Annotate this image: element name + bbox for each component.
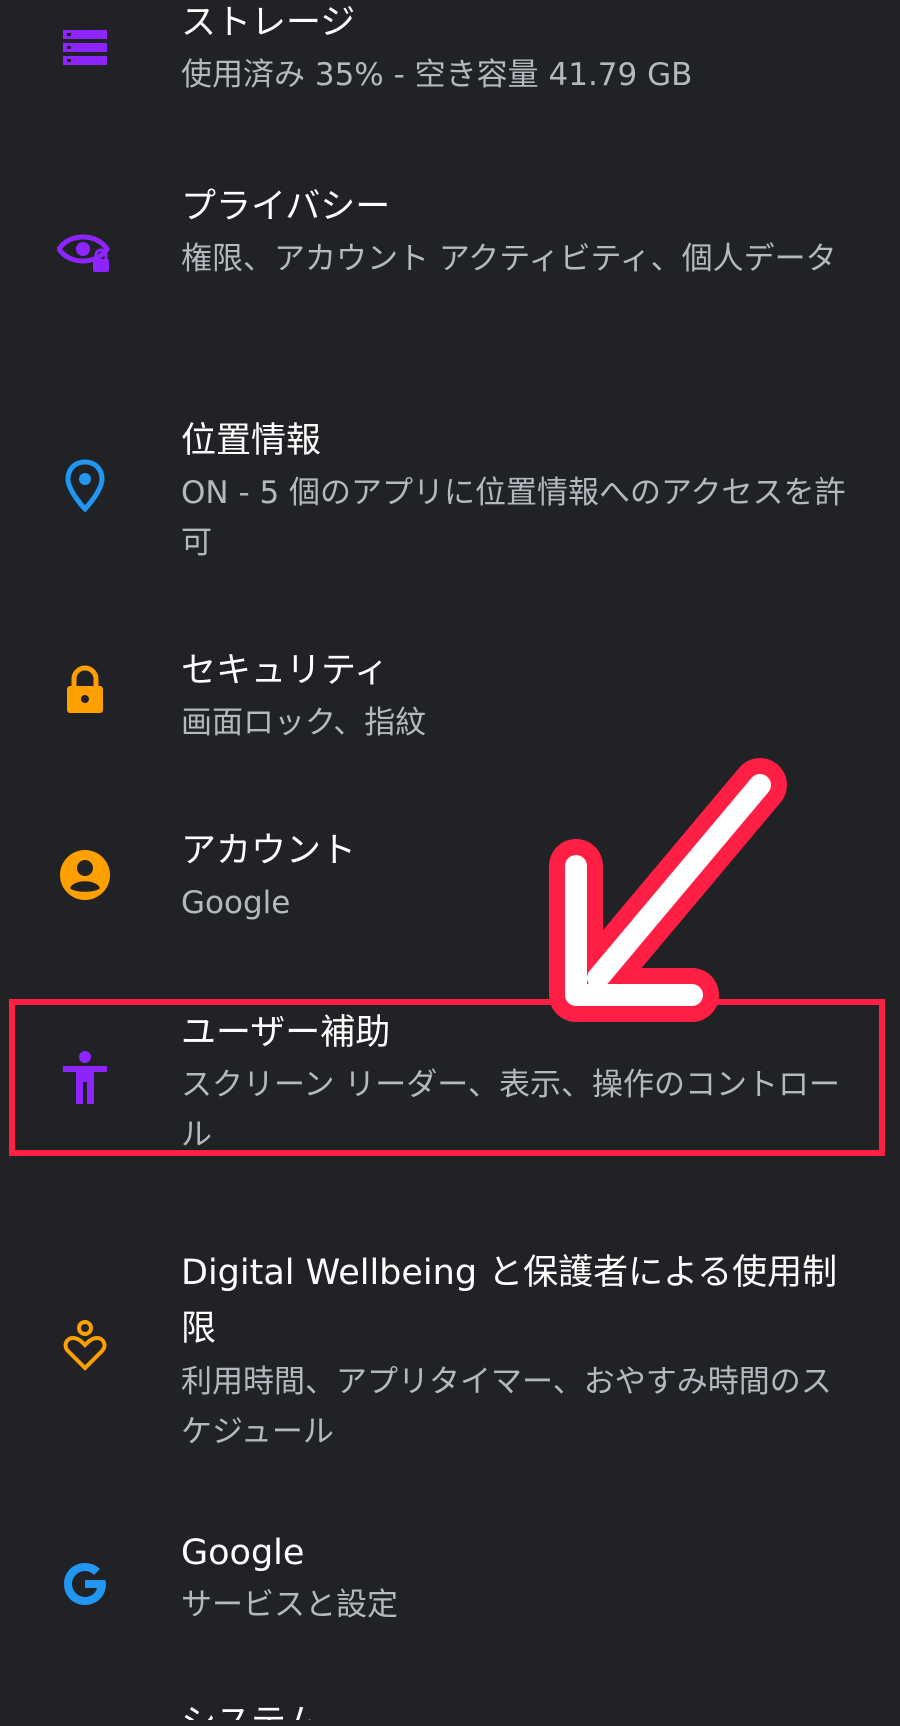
location-summary: ON - 5 個のアプリに位置情報へのアクセスを許可 <box>181 475 846 561</box>
wellbeing-heart-icon <box>55 1315 115 1375</box>
lock-icon <box>55 660 115 720</box>
settings-item-google[interactable]: Google サービスと設定 <box>0 1532 900 1652</box>
settings-item-privacy[interactable]: プライバシー 権限、アカウント アクティビティ、個人データ <box>0 180 900 350</box>
highlight-box <box>9 999 885 1156</box>
privacy-title: プライバシー <box>181 187 391 227</box>
settings-item-location[interactable]: 位置情報 ON - 5 個のアプリに位置情報へのアクセスを許可 <box>0 420 900 570</box>
security-summary: 画面ロック、指紋 <box>181 705 427 741</box>
bottom-edge <box>0 1720 900 1726</box>
location-pin-icon <box>55 456 115 516</box>
storage-title: ストレージ <box>181 3 356 43</box>
google-title: Google <box>181 1533 305 1573</box>
account-circle-icon <box>55 845 115 905</box>
account-summary: Google <box>181 885 291 921</box>
storage-summary: 使用済み 35% - 空き容量 41.79 GB <box>181 57 693 93</box>
location-title: 位置情報 <box>181 421 322 461</box>
digital-wellbeing-summary: 利用時間、アプリタイマー、おやすみ時間のスケジュール <box>181 1364 832 1450</box>
storage-icon <box>55 18 115 78</box>
account-title: アカウント <box>181 831 357 871</box>
settings-item-digital-wellbeing[interactable]: Digital Wellbeing と保護者による使用制限 利用時間、アプリタイ… <box>0 1245 900 1450</box>
settings-item-storage[interactable]: ストレージ 使用済み 35% - 空き容量 41.79 GB <box>0 0 900 150</box>
google-g-icon <box>55 1554 115 1614</box>
digital-wellbeing-title: Digital Wellbeing と保護者による使用制限 <box>181 1253 838 1349</box>
settings-item-security[interactable]: セキュリティ 画面ロック、指紋 <box>0 650 900 770</box>
google-summary: サービスと設定 <box>181 1587 398 1623</box>
privacy-summary: 権限、アカウント アクティビティ、個人データ <box>181 241 837 277</box>
privacy-eye-icon <box>55 222 115 282</box>
security-title: セキュリティ <box>181 651 389 691</box>
settings-screen: ストレージ 使用済み 35% - 空き容量 41.79 GB プライバシー 権限… <box>0 0 900 1726</box>
settings-item-account[interactable]: アカウント Google <box>0 830 900 950</box>
